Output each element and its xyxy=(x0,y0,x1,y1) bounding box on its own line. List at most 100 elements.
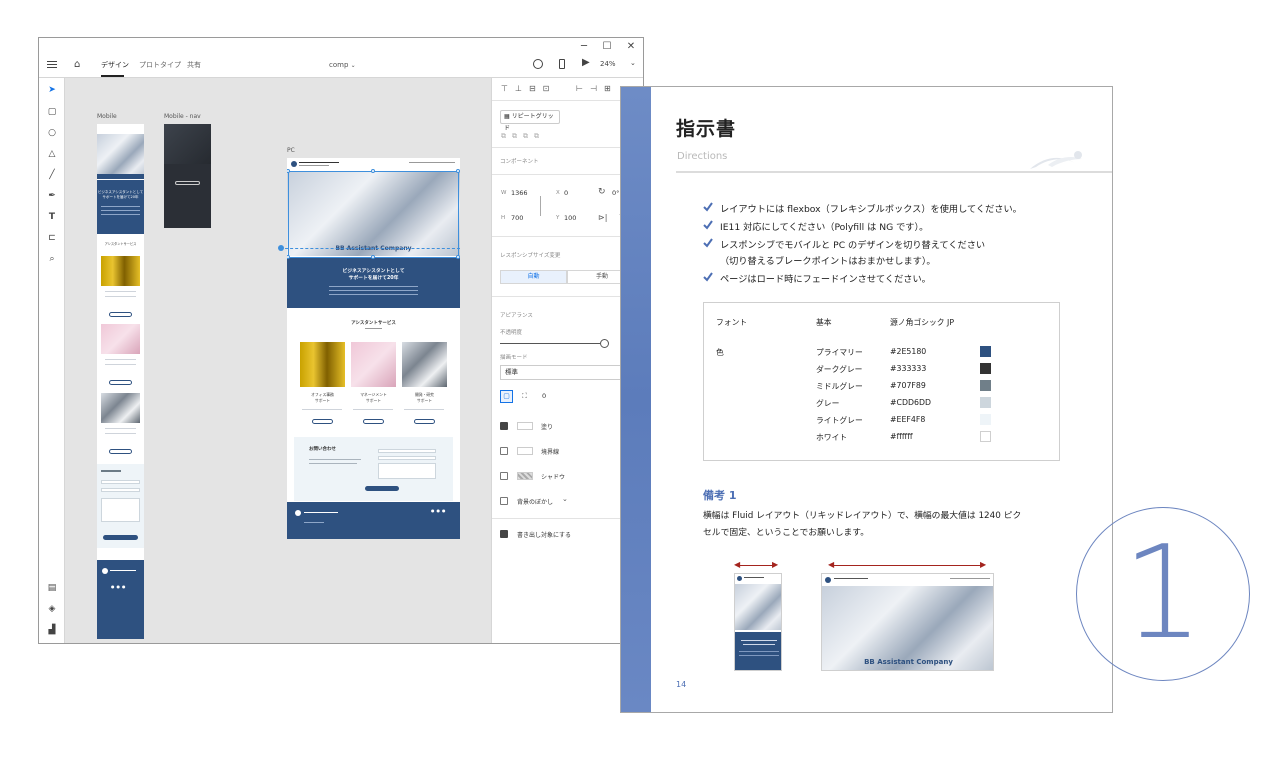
w-input[interactable]: 1366 xyxy=(511,189,528,197)
responsive-auto-button[interactable]: 自動 xyxy=(500,270,567,284)
zoom-tool-icon[interactable]: ⌕ xyxy=(46,253,58,265)
zoom-chevron-icon[interactable]: ⌄ xyxy=(630,59,636,67)
mobile-footer-brand xyxy=(110,570,136,571)
ellipse-tool-icon[interactable]: ○ xyxy=(46,127,58,139)
close-button[interactable]: ✕ xyxy=(624,40,638,54)
fill-label: 塗り xyxy=(541,424,554,431)
pc-service2-line1: マネージメント xyxy=(360,392,387,397)
mobile-service2-button[interactable] xyxy=(109,380,132,385)
pc-footer-line xyxy=(304,522,324,523)
artboard-mobile-nav[interactable] xyxy=(164,124,211,228)
fill-swatch[interactable] xyxy=(517,422,533,430)
document-title[interactable]: comp ⌄ xyxy=(329,61,356,69)
pc-contact-field2[interactable] xyxy=(378,456,436,460)
bg-blur-checkbox[interactable] xyxy=(500,497,508,505)
pc-services-sub xyxy=(365,328,382,329)
distribute-tools[interactable]: ⊢⊣⊞ xyxy=(576,84,618,93)
rotate-icon[interactable]: ↻ xyxy=(598,187,606,197)
shadow-checkbox[interactable] xyxy=(500,472,508,480)
home-icon[interactable]: ⌂ xyxy=(74,59,80,70)
layers-icon[interactable]: ◈ xyxy=(46,603,58,615)
mobile-nav-button[interactable] xyxy=(175,181,200,185)
tab-prototype[interactable]: プロトタイプ xyxy=(139,60,181,70)
preview-logo xyxy=(737,576,742,581)
y-input[interactable]: 100 xyxy=(564,214,576,222)
artboard-label-mobile-nav[interactable]: Mobile - nav xyxy=(164,113,201,120)
lock-ratio-icon[interactable] xyxy=(540,196,541,216)
corner-radius-input[interactable]: 0 xyxy=(542,392,546,400)
artboard-label-pc[interactable]: PC xyxy=(287,147,295,154)
tab-share[interactable]: 共有 xyxy=(187,60,201,70)
x-input[interactable]: 0 xyxy=(564,189,568,197)
guide-handle[interactable] xyxy=(278,245,284,251)
mobile-service3-button[interactable] xyxy=(109,449,132,454)
flip-horizontal-icon[interactable]: ⊳| xyxy=(598,213,607,222)
boolean-ops-icons[interactable]: ⧉⧉⧉⧉ xyxy=(501,132,545,141)
tab-design[interactable]: デザイン xyxy=(101,60,129,70)
corner-individual-icon[interactable]: ⛶ xyxy=(518,390,531,403)
mobile-preview-icon[interactable] xyxy=(559,59,565,69)
resize-handle-tr[interactable] xyxy=(456,169,460,173)
mobile-service1-button[interactable] xyxy=(109,312,132,317)
align-tools[interactable]: ⊤⊥⊟⊡ xyxy=(501,84,556,93)
h-input[interactable]: 700 xyxy=(511,214,523,222)
resize-handle-tc[interactable] xyxy=(371,169,375,173)
pen-tool-icon[interactable]: ✒ xyxy=(46,190,58,202)
hamburger-icon[interactable] xyxy=(47,61,57,68)
pc-service1-button[interactable] xyxy=(312,419,333,424)
opacity-slider-knob[interactable] xyxy=(600,339,609,348)
pc-contact-field1[interactable] xyxy=(378,449,436,453)
pc-nav[interactable] xyxy=(409,162,455,165)
font-basic-label: 基本 xyxy=(816,318,832,327)
rectangle-tool-icon[interactable]: ▢ xyxy=(46,106,58,118)
pc-service3-title: 開発・研究 サポート xyxy=(402,392,447,404)
rotation-input[interactable]: 0° xyxy=(612,189,619,197)
preview-mobile-banner xyxy=(735,632,781,670)
mobile-footer-sns-icons[interactable]: ●●● xyxy=(111,584,129,589)
mobile-contact-field2[interactable] xyxy=(101,488,140,492)
pc-contact-desc1 xyxy=(309,459,361,460)
shadow-swatch[interactable] xyxy=(517,472,533,480)
pc-service2-button[interactable] xyxy=(363,419,384,424)
mobile-contact-field1[interactable] xyxy=(101,480,140,484)
minimize-button[interactable]: ─ xyxy=(577,40,591,54)
artboard-pc[interactable]: BB Assistant Company ビジネスアシスタントとして サポートを… xyxy=(287,158,460,539)
play-icon[interactable]: ▶ xyxy=(582,57,590,68)
user-icon[interactable] xyxy=(533,59,543,69)
artboard-tool-icon[interactable]: ⊏ xyxy=(46,232,58,244)
line-tool-icon[interactable]: ╱ xyxy=(46,169,58,181)
pc-contact-message[interactable] xyxy=(378,463,436,479)
artboard-mobile[interactable]: ビジネスアシスタントとして サポートを届けて20年 アシスタントサービス ●●● xyxy=(97,124,144,639)
border-swatch[interactable] xyxy=(517,447,533,455)
fill-checkbox[interactable] xyxy=(500,422,508,430)
bg-blur-chevron-icon[interactable]: ⌄ xyxy=(562,495,568,503)
zoom-level[interactable]: 24% xyxy=(600,60,616,68)
maximize-button[interactable]: ☐ xyxy=(600,40,614,54)
selection-box[interactable] xyxy=(288,171,459,258)
note-title: 備考 1 xyxy=(703,489,737,502)
mobile-contact-message[interactable] xyxy=(101,498,140,522)
border-checkbox[interactable] xyxy=(500,447,508,455)
mobile-nav-overlay xyxy=(164,124,211,164)
color-swatch-primary xyxy=(980,346,991,357)
corner-uniform-icon[interactable]: ▢ xyxy=(500,390,513,403)
select-tool-icon[interactable]: ➤ xyxy=(46,84,58,96)
mobile-contact-submit[interactable] xyxy=(103,535,138,540)
text-tool-icon[interactable]: T xyxy=(46,211,58,223)
polygon-tool-icon[interactable]: △ xyxy=(46,148,58,160)
assets-icon[interactable]: ▤ xyxy=(46,582,58,594)
export-checkbox[interactable] xyxy=(500,530,508,538)
artboard-label-mobile[interactable]: Mobile xyxy=(97,113,117,120)
repeat-grid-button[interactable]: ▦ リピートグリッド xyxy=(500,110,560,132)
design-canvas[interactable]: Mobile ビジネスアシスタントとして サポートを届けて20年 アシスタントサ… xyxy=(66,78,491,643)
pc-service1-line2: サポート xyxy=(314,398,331,403)
resize-handle-br[interactable] xyxy=(456,255,460,259)
blend-mode-select[interactable]: 標準 xyxy=(500,365,640,380)
plugins-icon[interactable]: ▟ xyxy=(46,624,58,636)
opacity-slider-track[interactable] xyxy=(500,343,600,344)
pc-service2-desc xyxy=(353,409,393,410)
pc-service3-button[interactable] xyxy=(414,419,435,424)
pc-footer-sns-icons[interactable]: ●●● xyxy=(431,508,447,513)
pc-contact-submit[interactable] xyxy=(365,486,399,491)
resize-handle-bc[interactable] xyxy=(371,255,375,259)
